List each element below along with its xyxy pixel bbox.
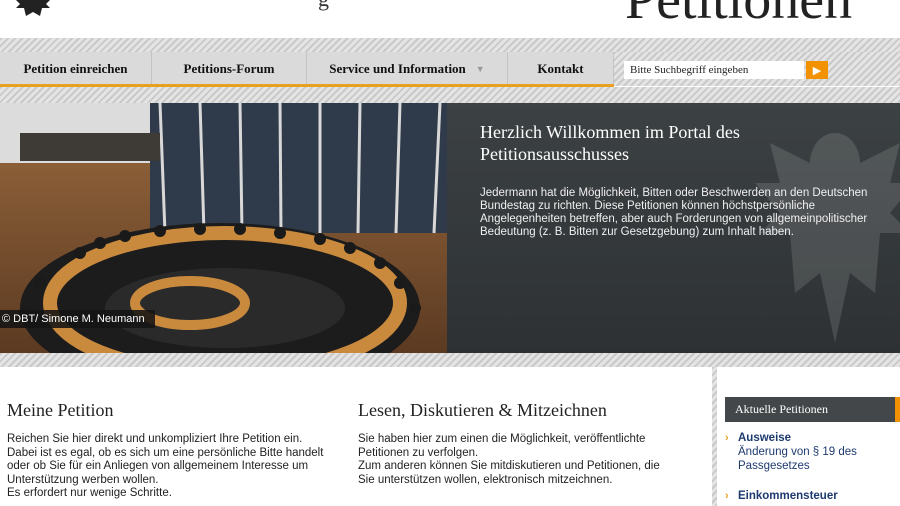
arrow-right-icon: › [725,432,729,444]
meine-petition-text: Reichen Sie hier direkt und unkomplizier… [7,433,327,501]
nav-label: Petitions-Forum [183,61,275,76]
petition-subtitle[interactable]: Änderung von § 19 des Passgesetzes [738,445,895,473]
chevron-down-icon: ▼ [475,64,485,74]
meine-petition-paragraph: Reichen Sie hier direkt und unkomplizier… [7,433,324,486]
nav-petitions-forum[interactable]: Petitions-Forum [152,52,307,86]
meine-petition-paragraph: Es erfordert nur wenige Schritte. [7,487,172,499]
sidebar-accent [895,397,900,422]
arrow-right-icon: › [725,490,729,502]
header: g Petitionen [0,0,900,38]
hero-banner: © DBT/ Simone M. Neumann Herzlich Willko… [0,103,900,353]
nav-service-und-information[interactable]: Service und Information ▼ [307,52,508,86]
nav-label: Kontakt [537,61,584,76]
hero-image: © DBT/ Simone M. Neumann [0,103,447,353]
sidebar-heading: Aktuelle Petitionen [725,397,895,422]
hero-divider [0,353,900,367]
page-title: Petitionen [625,0,853,31]
nav-petition-einreichen[interactable]: Petition einreichen [0,52,152,86]
search-submit-button[interactable]: ▶ [806,61,828,79]
column-divider [712,367,717,506]
image-credit: © DBT/ Simone M. Neumann [0,310,155,328]
arrow-right-icon: ▶ [812,64,822,77]
welcome-title: Herzlich Willkommen im Portal des Petiti… [480,122,740,164]
petition-item[interactable]: › Ausweise Änderung von § 19 des Passges… [725,431,895,473]
nav-divider [0,87,900,103]
petition-title[interactable]: Ausweise [738,431,895,445]
site-name: g [318,0,329,12]
nav-kontakt[interactable]: Kontakt [508,52,614,86]
lesen-paragraph: Zum anderen können Sie mitdiskutieren un… [358,460,660,486]
nav-label: Service und Information [329,61,466,76]
petition-item[interactable]: › Einkommensteuer [725,489,895,503]
search-input[interactable] [624,61,804,79]
nav-label: Petition einreichen [23,61,128,76]
lesen-heading[interactable]: Lesen, Diskutieren & Mitzeichnen [358,400,607,421]
lesen-text: Sie haben hier zum einen die Möglichkeit… [358,433,678,487]
meine-petition-heading[interactable]: Meine Petition [7,400,114,421]
petition-title[interactable]: Einkommensteuer [738,489,895,503]
welcome-text: Jedermann hat die Möglichkeit, Bitten od… [480,187,868,238]
header-divider [0,38,900,52]
welcome-panel: Herzlich Willkommen im Portal des Petiti… [447,103,900,353]
bundesadler-logo[interactable] [12,0,54,18]
lesen-paragraph: Sie haben hier zum einen die Möglichkeit… [358,433,646,459]
